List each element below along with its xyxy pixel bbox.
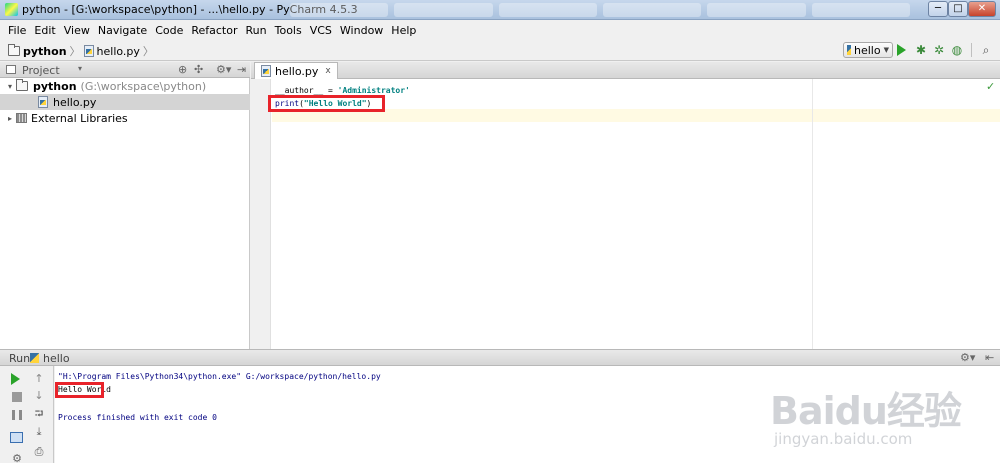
- code-identifier: __author__: [275, 86, 324, 95]
- inspection-ok-icon: ✓: [986, 80, 996, 93]
- tree-item-label: python: [33, 79, 77, 93]
- tab-close-icon[interactable]: x: [325, 66, 330, 76]
- close-button[interactable]: ✕: [968, 1, 996, 17]
- stop-icon[interactable]: [12, 392, 22, 402]
- code-operator: =: [323, 86, 338, 95]
- editor-gutter: [251, 79, 271, 349]
- folder-icon: [8, 44, 20, 56]
- collapse-all-icon[interactable]: ✣: [194, 63, 203, 76]
- hide-panel-icon[interactable]: ⇤: [985, 351, 994, 364]
- tab-label: hello.py: [275, 64, 319, 78]
- ghost-tab: [394, 3, 493, 17]
- menu-view[interactable]: View: [60, 21, 94, 40]
- console-command-line: "H:\Program Files\Python34\python.exe" G…: [58, 372, 381, 381]
- run-play-icon[interactable]: [897, 44, 906, 56]
- settings-gear-icon[interactable]: ⚙: [10, 452, 24, 463]
- taskbar-ghost-tabs: [290, 3, 910, 17]
- profile-icon[interactable]: ◍: [950, 43, 964, 57]
- menu-refactor[interactable]: Refactor: [187, 21, 241, 40]
- tree-item-external-libraries[interactable]: ▸ External Libraries: [0, 110, 250, 126]
- menu-help[interactable]: Help: [387, 21, 420, 40]
- coverage-icon[interactable]: ✲: [932, 43, 946, 57]
- gear-icon[interactable]: ⚙▾: [960, 351, 975, 364]
- gear-icon[interactable]: ⚙▾: [216, 63, 231, 76]
- maximize-button[interactable]: □: [948, 1, 968, 17]
- ghost-tab: [290, 3, 389, 17]
- debug-bug-icon[interactable]: ✱: [914, 43, 928, 57]
- menu-file[interactable]: File: [4, 21, 30, 40]
- pause-icon[interactable]: [12, 410, 22, 420]
- run-panel-header: Run hello ⚙▾ ⇤: [0, 349, 1000, 366]
- ghost-tab: [707, 3, 806, 17]
- breadcrumb-separator: 〉: [69, 45, 81, 58]
- console-exit-line: Process finished with exit code 0: [58, 413, 217, 422]
- editor-tab-bar: hello.py x: [251, 62, 1000, 79]
- tree-item-hello-py[interactable]: hello.py: [0, 94, 250, 110]
- menu-vcs[interactable]: VCS: [306, 21, 336, 40]
- tree-item-python-root[interactable]: ▾ python (G:\workspace\python): [0, 78, 250, 94]
- pycharm-app-icon: [5, 3, 18, 16]
- tree-item-label: External Libraries: [31, 111, 128, 125]
- python-file-icon: [261, 65, 271, 77]
- breadcrumb-project[interactable]: python: [23, 45, 67, 58]
- run-panel-title[interactable]: Run: [9, 352, 30, 365]
- menu-bar: File Edit View Navigate Code Refactor Ru…: [0, 21, 1000, 40]
- tree-item-label: hello.py: [53, 95, 97, 109]
- run-config-select[interactable]: hello ▼: [843, 42, 893, 58]
- run-config-label: hello: [854, 43, 881, 57]
- ghost-tab: [498, 3, 597, 17]
- python-file-icon: [83, 45, 94, 57]
- right-margin-guide: [812, 79, 813, 349]
- sync-icon[interactable]: ⊕: [178, 63, 187, 76]
- ghost-tab: [811, 3, 910, 17]
- project-panel-header: Project ▾ ⊕ ✣ ⚙▾ ⇥: [0, 62, 250, 78]
- arrow-down-icon[interactable]: ↓: [32, 389, 46, 403]
- annotation-highlight-box: [55, 382, 104, 398]
- project-panel-title[interactable]: Project: [22, 64, 60, 77]
- python-file-icon: [38, 96, 48, 108]
- soft-wrap-icon[interactable]: ⮒: [32, 407, 46, 421]
- ghost-tab: [602, 3, 702, 17]
- breadcrumb-file[interactable]: hello.py: [97, 45, 140, 58]
- run-panel-config[interactable]: hello: [43, 352, 70, 365]
- minimize-button[interactable]: ─: [928, 1, 948, 17]
- project-panel-icon: [6, 65, 16, 74]
- folder-icon: [16, 79, 28, 91]
- search-icon[interactable]: ⌕: [979, 43, 993, 57]
- restore-layout-icon[interactable]: [10, 432, 23, 443]
- scroll-to-end-icon[interactable]: ⤓: [32, 425, 46, 439]
- chevron-down-icon[interactable]: ▾: [78, 64, 82, 73]
- menu-tools[interactable]: Tools: [271, 21, 306, 40]
- expand-arrow-icon[interactable]: ▾: [4, 82, 16, 91]
- python-config-icon: [30, 353, 39, 363]
- code-string: 'Administrator': [337, 86, 410, 95]
- arrow-up-icon[interactable]: ↑: [32, 372, 46, 386]
- navigation-bar: python 〉 hello.py 〉 hello ▼ ✱ ✲ ◍ ⌕: [0, 40, 1000, 61]
- annotation-highlight-box: [268, 95, 385, 112]
- menu-window[interactable]: Window: [336, 21, 387, 40]
- menu-run[interactable]: Run: [242, 21, 271, 40]
- project-tree: ▾ python (G:\workspace\python) hello.py …: [0, 78, 250, 349]
- menu-edit[interactable]: Edit: [30, 21, 59, 40]
- expand-arrow-icon[interactable]: ▸: [4, 114, 16, 123]
- run-console[interactable]: "H:\Program Files\Python34\python.exe" G…: [55, 366, 1000, 463]
- print-icon[interactable]: ⎙: [32, 445, 46, 459]
- chevron-down-icon: ▼: [883, 46, 889, 54]
- toolbar-divider: [971, 43, 972, 57]
- tab-hello-py[interactable]: hello.py x: [254, 62, 338, 79]
- python-config-icon: [847, 45, 852, 55]
- code-editor[interactable]: __author__ = 'Administrator' print("Hell…: [251, 79, 1000, 349]
- library-icon: [16, 113, 27, 123]
- menu-navigate[interactable]: Navigate: [94, 21, 151, 40]
- menu-code[interactable]: Code: [151, 21, 187, 40]
- tree-item-path: (G:\workspace\python): [80, 79, 207, 93]
- breadcrumb-separator: 〉: [142, 45, 154, 58]
- rerun-play-icon[interactable]: [11, 373, 20, 385]
- hide-panel-icon[interactable]: ⇥: [237, 63, 246, 76]
- window-title-bar: python - [G:\workspace\python] - ...\hel…: [0, 0, 1000, 20]
- breadcrumb: python 〉 hello.py 〉: [8, 43, 154, 59]
- run-toolbar: ⚙ ↑ ↓ ⮒ ⤓ ⎙: [0, 366, 54, 463]
